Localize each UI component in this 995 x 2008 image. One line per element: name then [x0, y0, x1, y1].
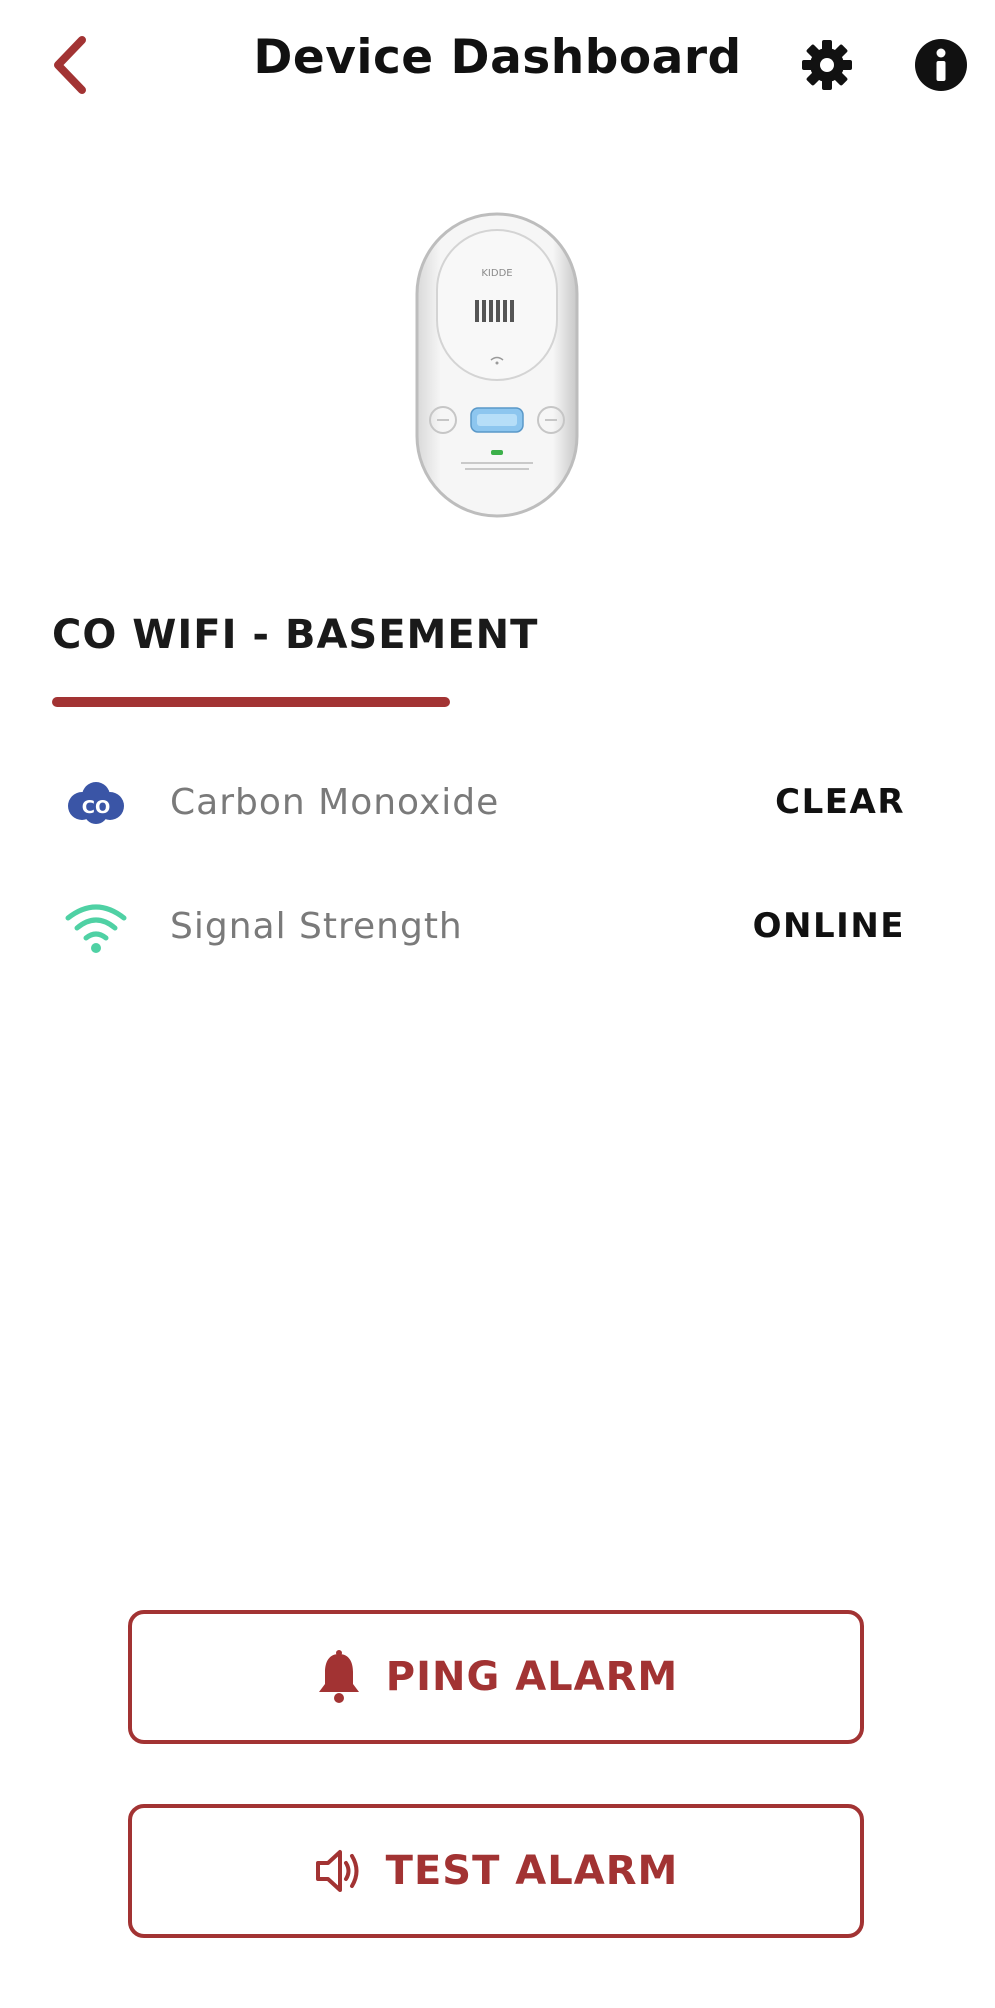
status-row-carbon-monoxide: CO Carbon Monoxide CLEAR — [0, 764, 995, 844]
status-row-signal-strength: Signal Strength ONLINE — [0, 888, 995, 968]
svg-text:CO: CO — [82, 797, 111, 818]
status-value: ONLINE — [752, 906, 905, 946]
ping-alarm-label: PING ALARM — [385, 1654, 679, 1700]
co-detector-illustration: KIDDE — [415, 212, 579, 518]
test-alarm-button[interactable]: TEST ALARM — [128, 1804, 864, 1938]
device-name: CO WIFI - BASEMENT — [52, 612, 539, 658]
device-image: KIDDE — [413, 210, 581, 520]
status-label: Signal Strength — [170, 906, 463, 947]
device-name-underline — [52, 697, 450, 707]
status-value: CLEAR — [775, 782, 905, 822]
co-icon: CO — [68, 782, 124, 824]
bell-icon — [318, 1650, 359, 1703]
wifi-icon — [65, 904, 127, 953]
test-alarm-label: TEST ALARM — [385, 1848, 679, 1894]
header: Device Dashboard — [0, 0, 995, 130]
gear-icon — [802, 40, 852, 90]
status-label: Carbon Monoxide — [170, 782, 500, 823]
settings-button[interactable] — [800, 38, 854, 92]
brand-label: KIDDE — [481, 268, 512, 279]
ping-alarm-button[interactable]: PING ALARM — [128, 1610, 864, 1744]
info-icon — [915, 39, 967, 91]
info-button[interactable] — [914, 38, 968, 92]
speaker-icon — [315, 1850, 359, 1892]
